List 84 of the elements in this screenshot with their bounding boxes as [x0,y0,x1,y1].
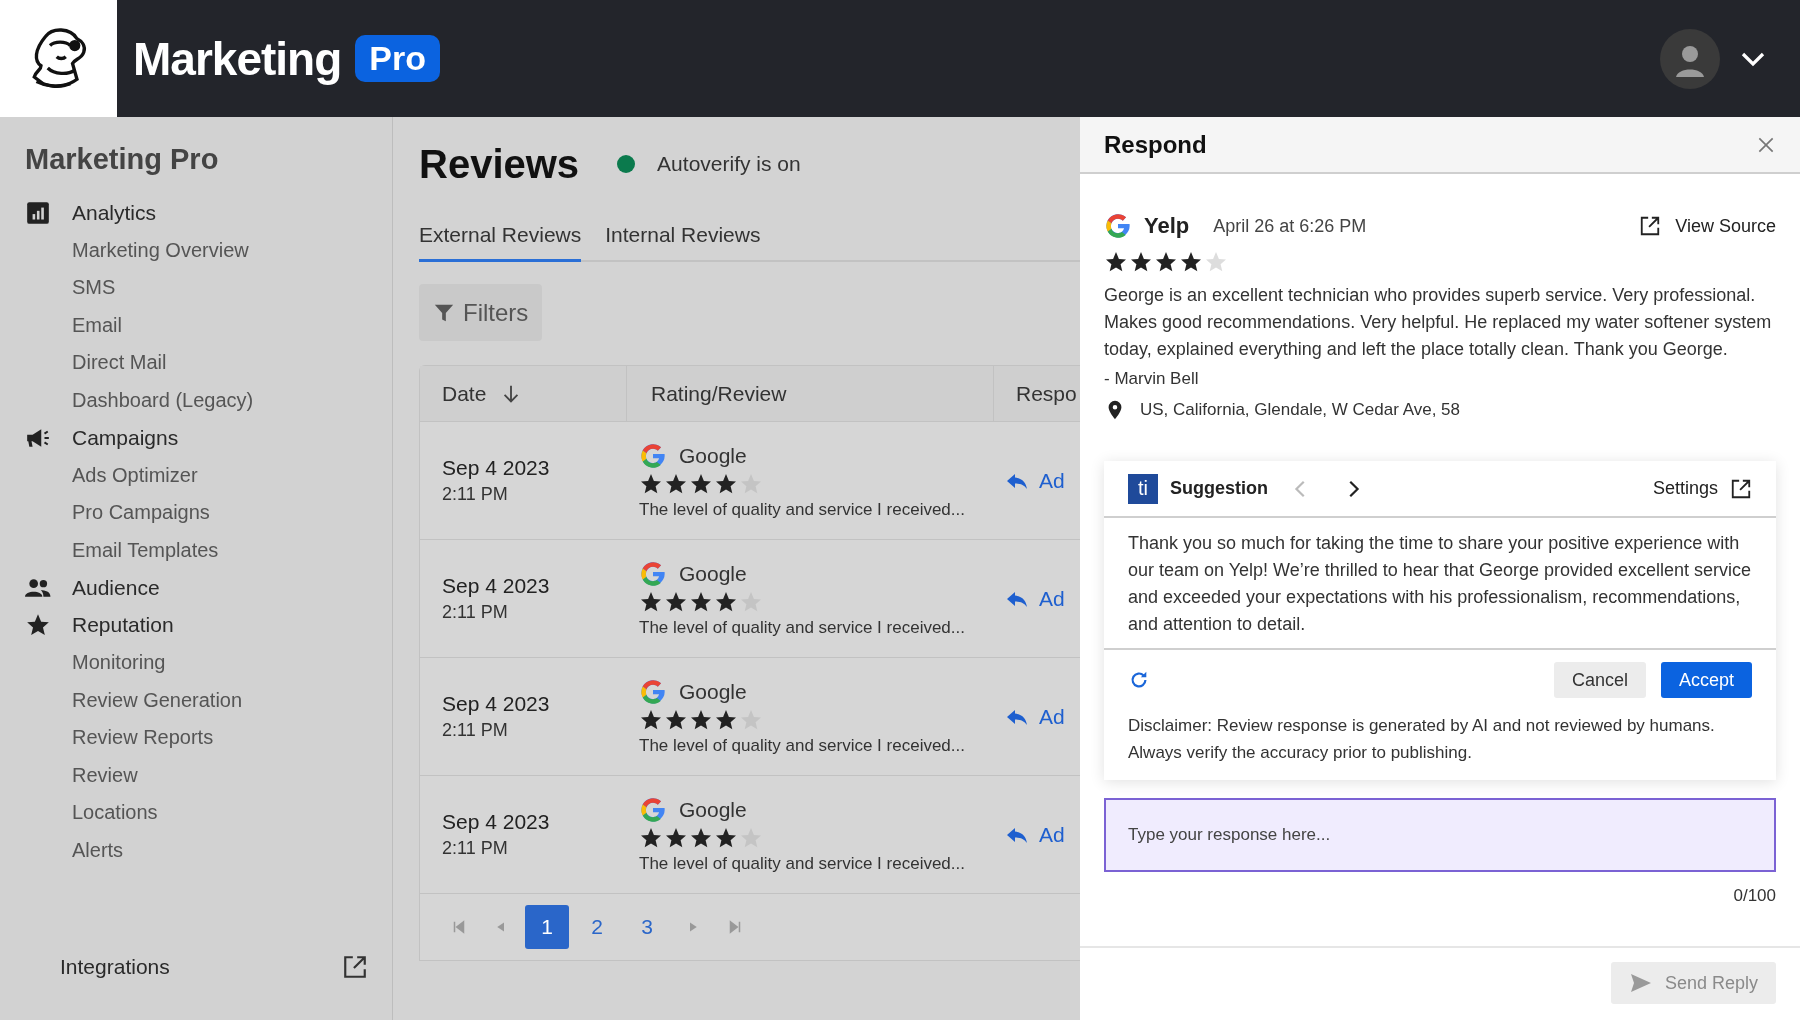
status-text: Autoverify is on [657,152,801,176]
review-excerpt: The level of quality and service I received... [639,735,966,756]
sidebar-subitem[interactable]: Pro Campaigns [25,494,210,532]
external-link-icon[interactable] [1730,477,1752,500]
tab[interactable]: Internal Reviews [605,215,761,262]
sidebar-subitem[interactable]: Marketing Overview [25,231,249,269]
filled-star-icon [1179,250,1203,274]
google-logo-icon [639,677,667,706]
sidebar-subitem[interactable]: Monitoring [25,644,166,682]
sidebar-subitem[interactable]: SMS [25,269,116,307]
review-source: Google [679,443,747,468]
external-link-icon[interactable] [342,954,368,980]
review-source: Yelp [1144,213,1190,239]
filled-star-icon [1104,250,1128,274]
brand-name: Marketing [133,31,342,86]
page-button[interactable]: 2 [575,905,619,949]
review-excerpt: The level of quality and service I received... [639,499,966,520]
page-title: Reviews [419,141,580,187]
page-button[interactable]: 1 [525,905,569,949]
review-date: Sep 4 2023 [442,456,551,480]
suggestion-logo: ti [1128,473,1158,504]
sidebar-subitem[interactable]: Review Reports [25,719,214,757]
external-link-icon[interactable] [1639,215,1662,237]
page-button[interactable]: 3 [625,905,669,949]
response-field[interactable]: Type your response here... [1104,798,1776,872]
character-counter: 0/100 [1732,886,1776,906]
sidebar-subitem[interactable]: Locations [25,794,158,832]
filters-button[interactable]: Filters [419,284,543,341]
view-source-link[interactable]: View Source [1675,215,1776,237]
cancel-button[interactable]: Cancel [1553,662,1646,698]
sidebar-subitem[interactable]: Alerts [25,831,124,869]
accept-button[interactable]: Accept [1660,662,1752,698]
sidebar-item[interactable]: Audience [72,575,160,600]
pro-badge: Pro [355,35,440,82]
sidebar-subitem[interactable]: Email [25,306,122,344]
sidebar-subitem[interactable]: Review Generation [25,681,243,719]
panel-title: Respond [1104,130,1208,159]
sidebar-item[interactable]: Analytics [72,200,157,225]
review-date: Sep 4 2023 [442,692,551,716]
add-response-link[interactable]: Ad [1039,704,1065,729]
review-excerpt: The level of quality and service I received... [639,617,966,638]
column-header: Rating/Review [651,381,787,406]
integrations-link[interactable]: Integrations [60,955,342,979]
google-logo-icon [639,559,667,588]
review-location: US, California, Glendale, W Cedar Ave, 58 [1140,400,1460,420]
review-author: - Marvin Bell [1104,369,1200,389]
review-excerpt: The level of quality and service I received... [639,853,966,874]
review-time: 2:11 PM [442,484,509,505]
review-source: Google [679,679,747,704]
review-time: 2:11 PM [442,838,509,859]
review-date: Sep 4 2023 [442,810,551,834]
disclaimer-text: Disclaimer: Review response is generated by AI and not reviewed by humans. Always verify the accuracy prior to publishing. [1127,715,1716,764]
suggestion-title: Suggestion [1170,478,1268,499]
sidebar-title: Marketing Pro [25,143,220,176]
settings-link[interactable]: Settings [1652,478,1718,499]
sidebar-subitem[interactable]: Direct Mail [25,344,167,382]
tab[interactable]: External Reviews [419,215,582,262]
sidebar-subitem[interactable]: Review [25,756,138,794]
filled-star-icon [1129,250,1153,274]
empty-star-icon [1204,250,1228,274]
review-date: Sep 4 2023 [442,574,551,598]
sidebar-item[interactable]: Reputation [72,613,174,638]
add-response-link[interactable]: Ad [1039,468,1065,493]
review-text: George is an excellent technician who provides superb service. Very professional. Makes good recommendations. Very helpful. He replaced my water softener system today, explained everything and left the place totally clean. Thank you George. [1104,284,1773,361]
filled-star-icon [1154,250,1178,274]
bar-chart-icon [25,199,51,226]
add-response-link[interactable]: Ad [1039,586,1065,611]
column-header[interactable]: Date [442,381,487,406]
review-date: April 26 at 6:26 PM [1213,215,1367,237]
google-logo-icon [639,795,667,824]
review-time: 2:11 PM [442,602,509,623]
google-logo-icon [1104,212,1132,240]
sidebar-subitem[interactable]: Email Templates [25,531,219,569]
google-logo-icon [639,441,667,470]
sidebar-subitem[interactable]: Dashboard (Legacy) [25,381,254,419]
sidebar-subitem[interactable]: Ads Optimizer [25,456,198,494]
review-source: Google [679,797,747,822]
send-icon [1628,971,1653,995]
suggested-response: Thank you so much for taking the time to share your positive experience with our team on Yelp! We’re thrilled to hear that George provided excellent service and exceeded your expectations with his professionalism, recommendations, and attention to detail. [1104,518,1776,650]
column-header: Respo [1016,381,1077,406]
review-time: 2:11 PM [442,720,509,741]
add-response-link[interactable]: Ad [1039,822,1065,847]
sidebar-item[interactable]: Campaigns [72,425,179,450]
review-source: Google [679,561,747,586]
